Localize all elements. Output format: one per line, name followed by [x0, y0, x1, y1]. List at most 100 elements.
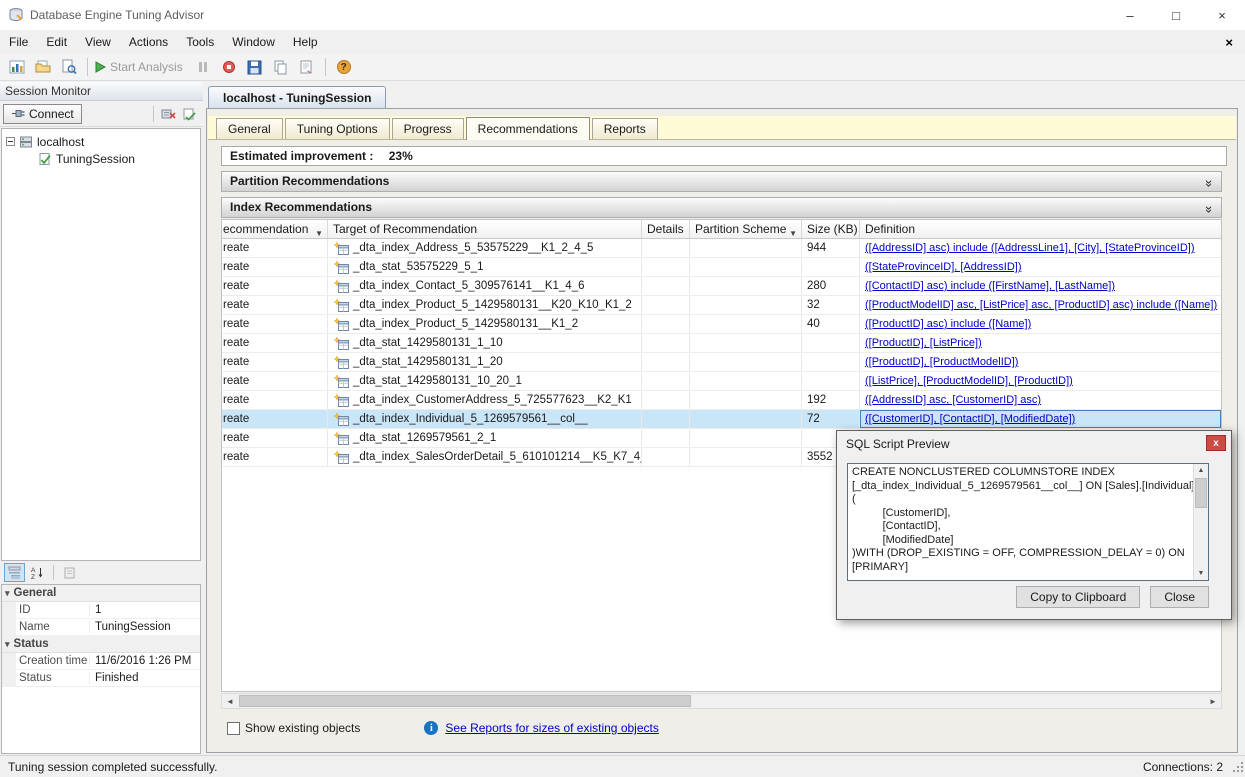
definition-link[interactable]: ([ContactID] asc) include ([FirstName], … [865, 277, 1115, 295]
property-category-status[interactable]: ▾ Status [2, 636, 200, 653]
resize-grip[interactable] [1233, 770, 1235, 772]
scroll-right-icon[interactable]: ► [1205, 694, 1221, 708]
dialog-close-action-button[interactable]: Close [1150, 586, 1209, 608]
partition-recommendations-header[interactable]: Partition Recommendations » [221, 171, 1222, 192]
export-session-button[interactable] [243, 56, 267, 78]
magnifier-document-icon [61, 59, 77, 75]
apply-recommendations-button[interactable] [295, 56, 319, 78]
close-button[interactable]: × [1199, 0, 1245, 30]
index-icon [334, 242, 349, 255]
new-session-icon [9, 59, 25, 75]
column-details[interactable]: Details [642, 220, 690, 238]
definition-link[interactable]: ([ListPrice], [ProductModelID], [Product… [865, 372, 1073, 390]
dialog-close-button[interactable]: x [1206, 435, 1226, 451]
mdi-close-icon[interactable]: × [1225, 35, 1233, 50]
scroll-left-icon[interactable]: ◄ [222, 694, 238, 708]
copy-button[interactable] [269, 56, 293, 78]
column-size[interactable]: Size (KB) [802, 220, 860, 238]
recommendation-row[interactable]: reate_dta_index_CustomerAddress_5_725577… [222, 391, 1221, 410]
scroll-down-icon[interactable]: ▼ [1194, 567, 1208, 580]
row-target: _dta_stat_53575229_5_1 [328, 258, 642, 276]
column-target[interactable]: Target of Recommendation [328, 220, 642, 238]
row-action: reate [222, 296, 328, 314]
horizontal-scrollbar[interactable]: ◄ ► [221, 693, 1222, 709]
refresh-session-button[interactable] [179, 104, 200, 124]
recommendation-row[interactable]: reate_dta_index_Contact_5_309576141__K1_… [222, 277, 1221, 296]
recommendation-row[interactable]: reate_dta_index_Product_5_1429580131__K1… [222, 315, 1221, 334]
scroll-up-icon[interactable]: ▲ [1194, 464, 1208, 477]
alphabetical-sort-button[interactable]: AZ [27, 563, 48, 582]
help-button[interactable]: ? [332, 56, 356, 78]
toolbar-separator [325, 58, 326, 76]
tree-node-tuningsession[interactable]: TuningSession [2, 150, 200, 167]
minimize-button[interactable]: – [1107, 0, 1153, 30]
property-row-name[interactable]: Name TuningSession [2, 619, 200, 636]
recommendation-row[interactable]: reate_dta_stat_53575229_5_1([StateProvin… [222, 258, 1221, 277]
row-action: reate [222, 391, 328, 409]
column-recommendation[interactable]: ecommendation▼ [222, 220, 328, 238]
stop-analysis-button[interactable] [217, 56, 241, 78]
tab-reports[interactable]: Reports [592, 118, 658, 139]
copy-to-clipboard-button[interactable]: Copy to Clipboard [1016, 586, 1140, 608]
tab-general[interactable]: General [216, 118, 283, 139]
reports-link[interactable]: See Reports for sizes of existing object… [445, 721, 658, 735]
definition-link[interactable]: ([ProductID] asc) include ([Name]) [865, 315, 1031, 333]
menu-actions[interactable]: Actions [120, 30, 177, 54]
session-document-tab[interactable]: localhost - TuningSession [208, 86, 386, 108]
tree-node-localhost[interactable]: localhost [2, 133, 200, 150]
menu-edit[interactable]: Edit [37, 30, 76, 54]
session-monitor-header: Session Monitor [0, 82, 203, 101]
pause-analysis-button[interactable] [191, 56, 215, 78]
filter-dropdown-icon[interactable]: ▼ [789, 225, 797, 238]
scrollbar-thumb[interactable] [1195, 478, 1207, 508]
app-icon [8, 7, 24, 23]
new-session-button[interactable] [5, 56, 29, 78]
toolbar-separator [153, 106, 154, 122]
tab-progress[interactable]: Progress [392, 118, 464, 139]
definition-link[interactable]: ([CustomerID], [ContactID], [ModifiedDat… [865, 410, 1075, 428]
categorized-view-button[interactable] [4, 563, 25, 582]
menu-tools[interactable]: Tools [177, 30, 223, 54]
recommendation-row[interactable]: reate_dta_index_Individual_5_1269579561_… [222, 410, 1221, 429]
definition-link[interactable]: ([ProductID], [ListPrice]) [865, 334, 982, 352]
connect-button[interactable]: Connect [3, 104, 82, 124]
recommendation-row[interactable]: reate_dta_stat_1429580131_1_10([ProductI… [222, 334, 1221, 353]
property-category-general[interactable]: ▾ General [2, 585, 200, 602]
filter-dropdown-icon[interactable]: ▼ [315, 225, 323, 238]
recommendation-row[interactable]: reate_dta_index_Address_5_53575229__K1_2… [222, 239, 1221, 258]
recommendation-row[interactable]: reate_dta_stat_1429580131_1_20([ProductI… [222, 353, 1221, 372]
property-row-status[interactable]: Status Finished [2, 670, 200, 687]
toolbar: Start Analysis ? [0, 54, 1245, 81]
index-recommendations-header[interactable]: Index Recommendations » [221, 197, 1222, 218]
scrollbar-thumb[interactable] [239, 695, 691, 707]
start-analysis-button[interactable]: Start Analysis [94, 56, 189, 78]
row-partition-scheme [690, 239, 802, 257]
definition-link[interactable]: ([ProductID], [ProductModelID]) [865, 353, 1018, 371]
menu-window[interactable]: Window [223, 30, 284, 54]
recommendation-row[interactable]: reate_dta_index_Product_5_1429580131__K2… [222, 296, 1221, 315]
collapse-icon[interactable] [6, 137, 15, 146]
open-session-button[interactable] [31, 56, 55, 78]
tab-tuning-options[interactable]: Tuning Options [285, 118, 390, 139]
property-row-id[interactable]: ID 1 [2, 602, 200, 619]
script-scrollbar[interactable]: ▲ ▼ [1193, 464, 1208, 580]
property-row-creation-time[interactable]: Creation time 11/6/2016 1:26 PM [2, 653, 200, 670]
column-definition[interactable]: Definition [860, 220, 1221, 238]
definition-link[interactable]: ([AddressID] asc) include ([AddressLine1… [865, 239, 1195, 257]
view-session-button[interactable] [57, 56, 81, 78]
menu-view[interactable]: View [76, 30, 120, 54]
expand-section-icon[interactable]: » [1200, 180, 1219, 187]
definition-link[interactable]: ([AddressID] asc, [CustomerID] asc) [865, 391, 1041, 409]
recommendation-row[interactable]: reate_dta_stat_1429580131_10_20_1([ListP… [222, 372, 1221, 391]
delete-session-button[interactable] [158, 104, 179, 124]
column-partition-scheme[interactable]: Partition Scheme▼ [690, 220, 802, 238]
menu-help[interactable]: Help [284, 30, 327, 54]
definition-link[interactable]: ([ProductModelID] asc, [ListPrice] asc, … [865, 296, 1217, 314]
maximize-button[interactable]: □ [1153, 0, 1199, 30]
tab-recommendations[interactable]: Recommendations [466, 117, 590, 140]
property-pages-button[interactable] [59, 563, 80, 582]
expand-section-icon[interactable]: » [1200, 206, 1219, 213]
definition-link[interactable]: ([StateProvinceID], [AddressID]) [865, 258, 1022, 276]
show-existing-objects-checkbox[interactable] [227, 722, 240, 735]
menu-file[interactable]: File [0, 30, 37, 54]
